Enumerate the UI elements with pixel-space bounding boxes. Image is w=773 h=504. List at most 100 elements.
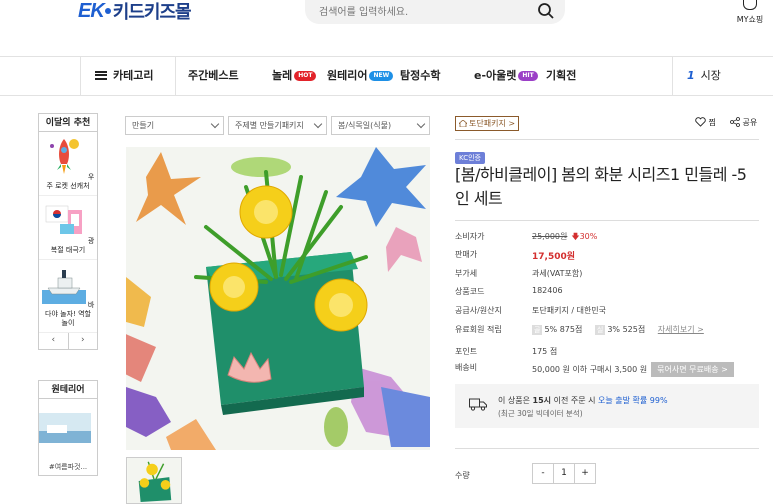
nav-label: 기획전 <box>546 69 577 82</box>
row-label: 포인트 <box>455 347 478 356</box>
sidebar-prev-button[interactable]: ‹ <box>39 333 69 349</box>
onterior-caption[interactable]: #여름파것... <box>39 462 97 472</box>
hamburger-icon <box>95 70 107 80</box>
quantity-minus-button[interactable]: - <box>533 464 553 483</box>
discount-rate: 30% <box>579 232 598 241</box>
sidebar-title: 이달의 추천 <box>39 114 97 132</box>
product-thumbnail[interactable] <box>126 457 182 504</box>
nav-item-e-outlet[interactable]: e-아울렛 HIT <box>474 57 538 95</box>
store-link[interactable]: 토단패키지 > <box>455 116 520 131</box>
member-rate: 5% <box>544 325 558 334</box>
sidebar-product[interactable]: 우주 로켓 선캐처 <box>39 132 97 196</box>
rank-keyword: 시장 <box>700 69 721 82</box>
nav-item-nolle[interactable]: 놀레 HOT <box>272 57 317 95</box>
nav-item-detective-math[interactable]: 탐정수학 <box>400 57 440 95</box>
search-input[interactable] <box>319 2 529 22</box>
wishlist-button[interactable]: 찜 <box>695 117 716 128</box>
realtime-rank[interactable]: 1 시장 <box>672 57 772 95</box>
member-rate: 3% <box>607 325 621 334</box>
quantity-plus-button[interactable]: + <box>575 464 595 483</box>
row-label: 판매가 <box>455 250 478 259</box>
nav-label: 탐정수학 <box>400 69 441 82</box>
member-points: 525점 <box>622 325 646 334</box>
my-shopping-label: MY쇼핑 <box>736 15 764 24</box>
row-label: 공급사/원산지 <box>455 306 502 315</box>
divider <box>455 220 759 221</box>
delivery-notice-line1: 이 상품은 15시 이전 주문 시 오늘 출발 확률 99% <box>498 395 668 406</box>
row-label: 상품코드 <box>455 287 485 296</box>
wishlist-label: 찜 <box>708 118 716 127</box>
store-label: 토단패키지 > <box>469 119 516 128</box>
product-code: 182406 <box>532 286 563 295</box>
hit-badge: HIT <box>518 71 538 81</box>
sidebar-next-button[interactable]: › <box>69 333 98 349</box>
category-select-1[interactable]: 만들기 <box>125 116 224 135</box>
share-icon <box>730 117 740 127</box>
category-label: 카테고리 <box>113 69 154 82</box>
onterior-sidebar: 원테리어 #여름파것... <box>38 380 98 476</box>
sidebar-pager: ‹ › <box>39 333 97 349</box>
nav-item-weekly-best[interactable]: 주간베스트 <box>188 57 239 95</box>
nav-label: 놀레 <box>272 69 293 82</box>
onterior-thumbnail[interactable] <box>39 413 91 443</box>
point-value: 175 점 <box>532 347 558 356</box>
category-menu-button[interactable]: 카테고리 <box>80 57 176 95</box>
member-grade-chip: 실 <box>594 325 606 335</box>
member-points: 875점 <box>559 325 583 334</box>
quantity-stepper: - 1 + <box>532 463 596 484</box>
row-label: 소비자가 <box>455 232 485 241</box>
product-title: [봄/하비클레이] 봄의 화분 시리즈1 민들레 -5인 세트 <box>455 165 747 208</box>
onterior-title: 원테리어 <box>39 381 97 399</box>
user-icon <box>743 0 757 10</box>
nav-item-special[interactable]: 기획전 <box>546 57 576 95</box>
search-bar <box>305 0 565 24</box>
sidebar-product-name: 바다야 놀자! 역할 놀이 <box>45 301 95 327</box>
notice-cutoff-time: 15시 <box>532 396 552 405</box>
category-select-3[interactable]: 봄/식목일(식물) <box>331 116 430 135</box>
nav-item-onterior[interactable]: 원테리어 NEW <box>327 57 394 95</box>
category-select-2[interactable]: 주제별 만들기패키지 <box>228 116 327 135</box>
chevron-down-icon <box>416 119 426 129</box>
notice-probability: 오늘 출발 확률 99% <box>598 396 668 405</box>
ship-icon <box>41 270 86 304</box>
nav-label: e-아울렛 <box>474 69 517 82</box>
rank-number: 1 <box>687 69 695 82</box>
logo-mark: EK <box>78 0 105 22</box>
flag-icon <box>45 205 82 234</box>
delivery-notice-line2: (최근 30일 빅데이터 분석) <box>498 409 583 418</box>
delivery-notice: 이 상품은 15시 이전 주문 시 오늘 출발 확률 99% (최근 30일 빅… <box>455 384 759 428</box>
new-badge: NEW <box>369 71 394 81</box>
divider <box>455 139 759 140</box>
row-label: 배송비 <box>455 363 478 372</box>
select-value: 봄/식목일(식물) <box>338 121 392 130</box>
top-header: EK 키드키즈몰 MY쇼핑 <box>0 0 773 56</box>
shipping-fee: 50,000 원 이하 구매시 3,500 원 <box>532 365 648 374</box>
product-main-image <box>126 147 430 450</box>
notice-text: 이전 주문 시 <box>553 396 596 405</box>
home-icon <box>457 119 469 128</box>
chevron-down-icon <box>313 119 323 129</box>
supplier-value: 토단패키지 / 대한민국 <box>532 306 607 315</box>
logo-name: 키드키즈몰 <box>112 2 192 23</box>
my-shopping-button[interactable]: MY쇼핑 <box>734 0 766 30</box>
sale-price: 17,500원 <box>532 252 576 262</box>
sidebar-product[interactable]: 바다야 놀자! 역할 놀이 <box>39 260 97 333</box>
search-icon[interactable] <box>537 2 555 20</box>
rocket-icon <box>49 139 79 174</box>
sidebar-product[interactable]: 광복절 태극기 <box>39 196 97 260</box>
share-button[interactable]: 공유 <box>730 117 757 128</box>
member-detail-link[interactable]: 자세히보기 > <box>658 325 704 334</box>
notice-text: 이 상품은 <box>498 396 530 405</box>
logo-dot <box>104 8 111 14</box>
recommend-sidebar: 이달의 추천 우주 로켓 선캐처 광복절 태극기 바다야 놀자! 역할 놀이 ‹… <box>38 113 98 350</box>
member-grade-chip: 골 <box>532 325 543 335</box>
hot-badge: HOT <box>294 71 317 81</box>
bundle-free-shipping-button[interactable]: 묶어사면 무료배송 > <box>651 362 734 377</box>
row-label: 유료회원 적립 <box>455 325 502 334</box>
site-logo[interactable]: EK 키드키즈몰 <box>78 0 192 23</box>
nav-label: 주간베스트 <box>188 69 239 82</box>
row-label: 부가세 <box>455 269 478 278</box>
select-value: 주제별 만들기패키지 <box>235 121 304 130</box>
share-label: 공유 <box>742 118 758 127</box>
quantity-input[interactable]: 1 <box>553 464 575 483</box>
